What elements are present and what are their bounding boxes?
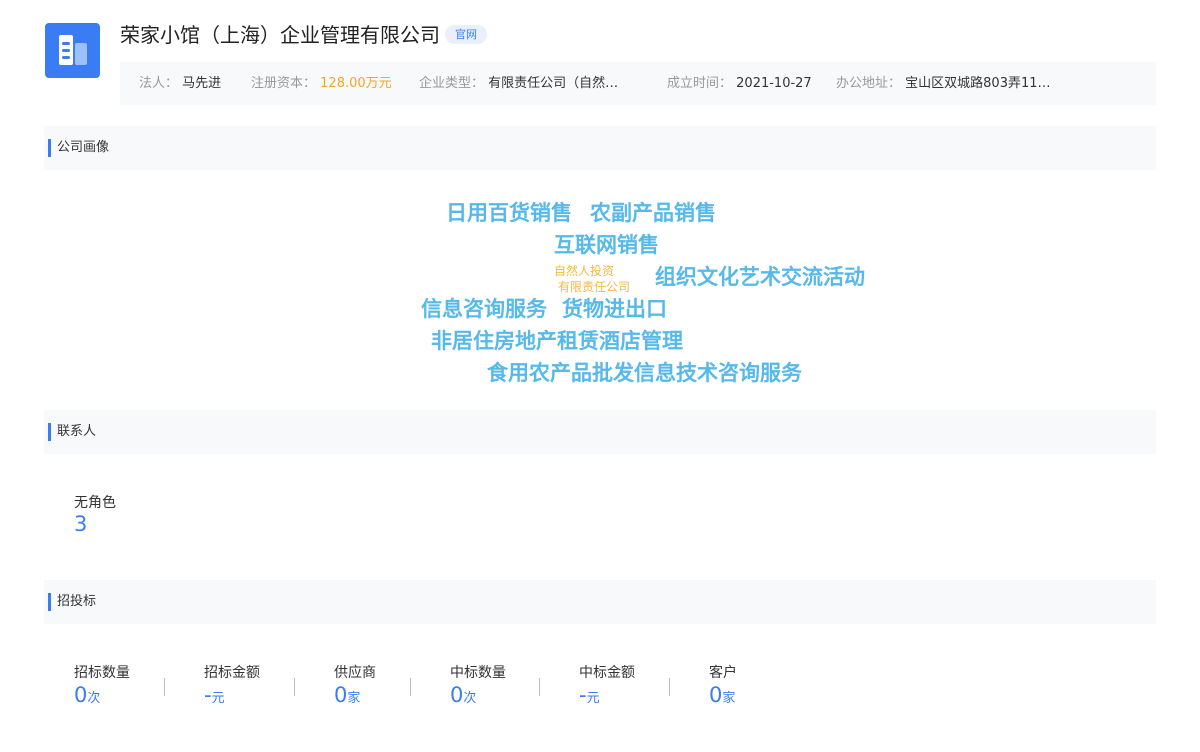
bid-count-unit: 次 [87,691,101,706]
stat-divider [410,678,411,696]
tag-word: 非居住房地产租赁酒店管理 [431,329,683,353]
section-contacts: 联系人 [44,410,1156,454]
official-site-badge[interactable]: 官网 [445,25,487,44]
founded-date-value: 2021-10-27 [736,76,812,91]
win-count-value[interactable]: 0次 [450,683,476,711]
bid-amount-unit: 元 [211,691,225,706]
win-amount-value[interactable]: -元 [579,683,600,711]
win-amount-label: 中标金额 [579,665,635,681]
tag-word: 食用农产品批发信息技术咨询服务 [487,361,802,385]
company-type-label: 企业类型： [419,76,485,91]
stat-divider [669,678,670,696]
customer-value[interactable]: 0家 [709,683,735,711]
section-marker [48,423,51,441]
office-address-value: 宝山区双城路803弄11… [905,76,1051,91]
customer-label: 客户 [709,665,737,681]
section-marker [48,593,51,611]
tag-word: 互联网销售 [554,233,659,257]
tag-word-small: 有限责任公司 [558,280,631,294]
win-count-number: 0 [450,683,464,707]
section-bidding: 招投标 [44,580,1156,624]
supplier-unit: 家 [347,691,361,706]
bid-amount-value[interactable]: -元 [204,683,225,711]
office-address-label: 办公地址： [836,76,902,91]
legal-person-label: 法人： [139,76,179,91]
supplier-label: 供应商 [334,665,376,681]
bid-amount-number: - [204,683,212,707]
registered-capital-value: 128.00万元 [320,76,392,91]
legal-person: 法人： 马先进 [139,62,221,105]
tag-word-small: 自然人投资 [554,264,615,278]
win-count-unit: 次 [463,691,477,706]
customer-number: 0 [709,683,723,707]
bid-count-value[interactable]: 0次 [74,683,100,711]
stat-divider [294,678,295,696]
supplier-value[interactable]: 0家 [334,683,360,711]
contact-role-count[interactable]: 3 [74,512,87,536]
section-title: 联系人 [57,424,97,439]
section-company-portrait: 公司画像 [44,126,1156,170]
founded-date: 成立时间： 2021-10-27 [667,62,812,105]
company-info-bar: 法人： 马先进 注册资本： 128.00万元 企业类型： 有限责任公司（自然… … [120,62,1156,105]
company-logo [45,23,100,78]
tag-word: 组织文化艺术交流活动 [655,265,865,289]
registered-capital: 注册资本： 128.00万元 [251,62,392,105]
win-amount-unit: 元 [586,691,600,706]
office-address: 办公地址： 宝山区双城路803弄11… [836,62,1051,105]
supplier-number: 0 [334,683,348,707]
bid-amount-label: 招标金额 [204,665,260,681]
legal-person-value[interactable]: 马先进 [182,76,221,91]
company-type: 企业类型： 有限责任公司（自然… [419,62,618,105]
founded-date-label: 成立时间： [667,76,733,91]
tag-word: 农副产品销售 [590,201,716,225]
win-amount-number: - [579,683,587,707]
section-title: 公司画像 [57,140,110,155]
tag-word: 货物进出口 [562,297,667,321]
registered-capital-label: 注册资本： [251,76,317,91]
bid-count-label: 招标数量 [74,665,130,681]
building-icon [59,35,87,65]
bid-count-number: 0 [74,683,88,707]
tag-word: 日用百货销售 [446,201,572,225]
contact-role-label: 无角色 [74,495,116,511]
customer-unit: 家 [722,691,736,706]
tag-word: 信息咨询服务 [421,297,547,321]
section-marker [48,139,51,157]
stat-divider [539,678,540,696]
win-count-label: 中标数量 [450,665,506,681]
company-type-value: 有限责任公司（自然… [488,76,619,91]
stat-divider [164,678,165,696]
section-title: 招投标 [57,594,97,609]
company-name: 荣家小馆（上海）企业管理有限公司 [120,23,440,47]
